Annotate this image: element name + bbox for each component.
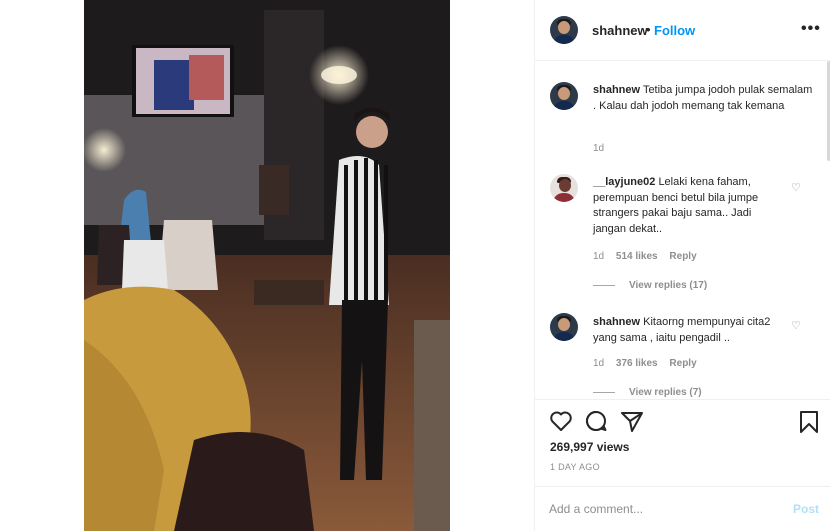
views-count[interactable]: 269,997 views	[550, 440, 629, 454]
view-replies-label: View replies (7)	[629, 387, 702, 398]
timestamp: 1d	[593, 358, 605, 369]
video-frame	[84, 0, 450, 531]
comment-username[interactable]: shahnew	[593, 316, 640, 328]
header-separator: •	[646, 22, 651, 37]
avatar[interactable]	[550, 16, 578, 44]
post-sidebar: shahnew • Follow ••• shahnew Tetiba jump…	[534, 0, 830, 531]
comment-username[interactable]: __layjune02	[593, 176, 655, 188]
share-icon[interactable]	[620, 410, 644, 437]
reply-button[interactable]: Reply	[669, 358, 696, 369]
timestamp: 1d	[593, 143, 605, 154]
likes-count[interactable]: 514 likes	[616, 251, 658, 262]
avatar[interactable]	[550, 313, 578, 341]
likes-count[interactable]: 376 likes	[616, 358, 658, 369]
comment-meta: 1d 514 likes Reply	[593, 251, 706, 262]
comment-icon[interactable]	[584, 410, 608, 437]
divider	[593, 284, 615, 286]
post-media-area	[0, 0, 534, 531]
post-button[interactable]: Post	[793, 502, 819, 516]
avatar[interactable]	[550, 174, 578, 202]
timestamp: 1d	[593, 251, 605, 262]
comment-meta: 1d 376 likes Reply	[593, 358, 706, 369]
caption: shahnew Tetiba jumpa jodoh pulak semalam…	[593, 83, 815, 114]
divider	[593, 391, 615, 393]
reply-button[interactable]: Reply	[669, 251, 696, 262]
post-header: shahnew • Follow •••	[535, 0, 830, 61]
post-video[interactable]	[84, 0, 450, 531]
view-replies-button[interactable]: View replies (7)	[593, 387, 702, 398]
bookmark-icon[interactable]	[798, 410, 820, 439]
list-item: __layjune02 Lelaki kena faham, perempuan…	[593, 175, 773, 237]
add-comment-bar: Post	[535, 486, 830, 532]
more-horizontal-icon[interactable]: •••	[801, 20, 821, 38]
list-item: shahnew Kitaorng mempunyai cita2 yang sa…	[593, 315, 783, 346]
post-timestamp[interactable]: 1 DAY AGO	[550, 462, 600, 472]
view-replies-label: View replies (17)	[629, 280, 708, 291]
view-replies-button[interactable]: View replies (17)	[593, 280, 707, 291]
comments-list[interactable]: shahnew Tetiba jumpa jodoh pulak semalam…	[535, 61, 830, 399]
comment-input[interactable]	[549, 499, 769, 519]
heart-icon[interactable]: ♡	[791, 319, 801, 332]
heart-icon[interactable]	[549, 410, 573, 437]
caption-time: 1d	[593, 143, 613, 154]
heart-icon[interactable]: ♡	[791, 181, 801, 194]
avatar[interactable]	[550, 82, 578, 110]
action-bar: 269,997 views 1 DAY AGO	[535, 399, 830, 488]
header-username[interactable]: shahnew	[592, 23, 648, 38]
follow-button[interactable]: Follow	[654, 23, 695, 38]
caption-username[interactable]: shahnew	[593, 84, 640, 96]
